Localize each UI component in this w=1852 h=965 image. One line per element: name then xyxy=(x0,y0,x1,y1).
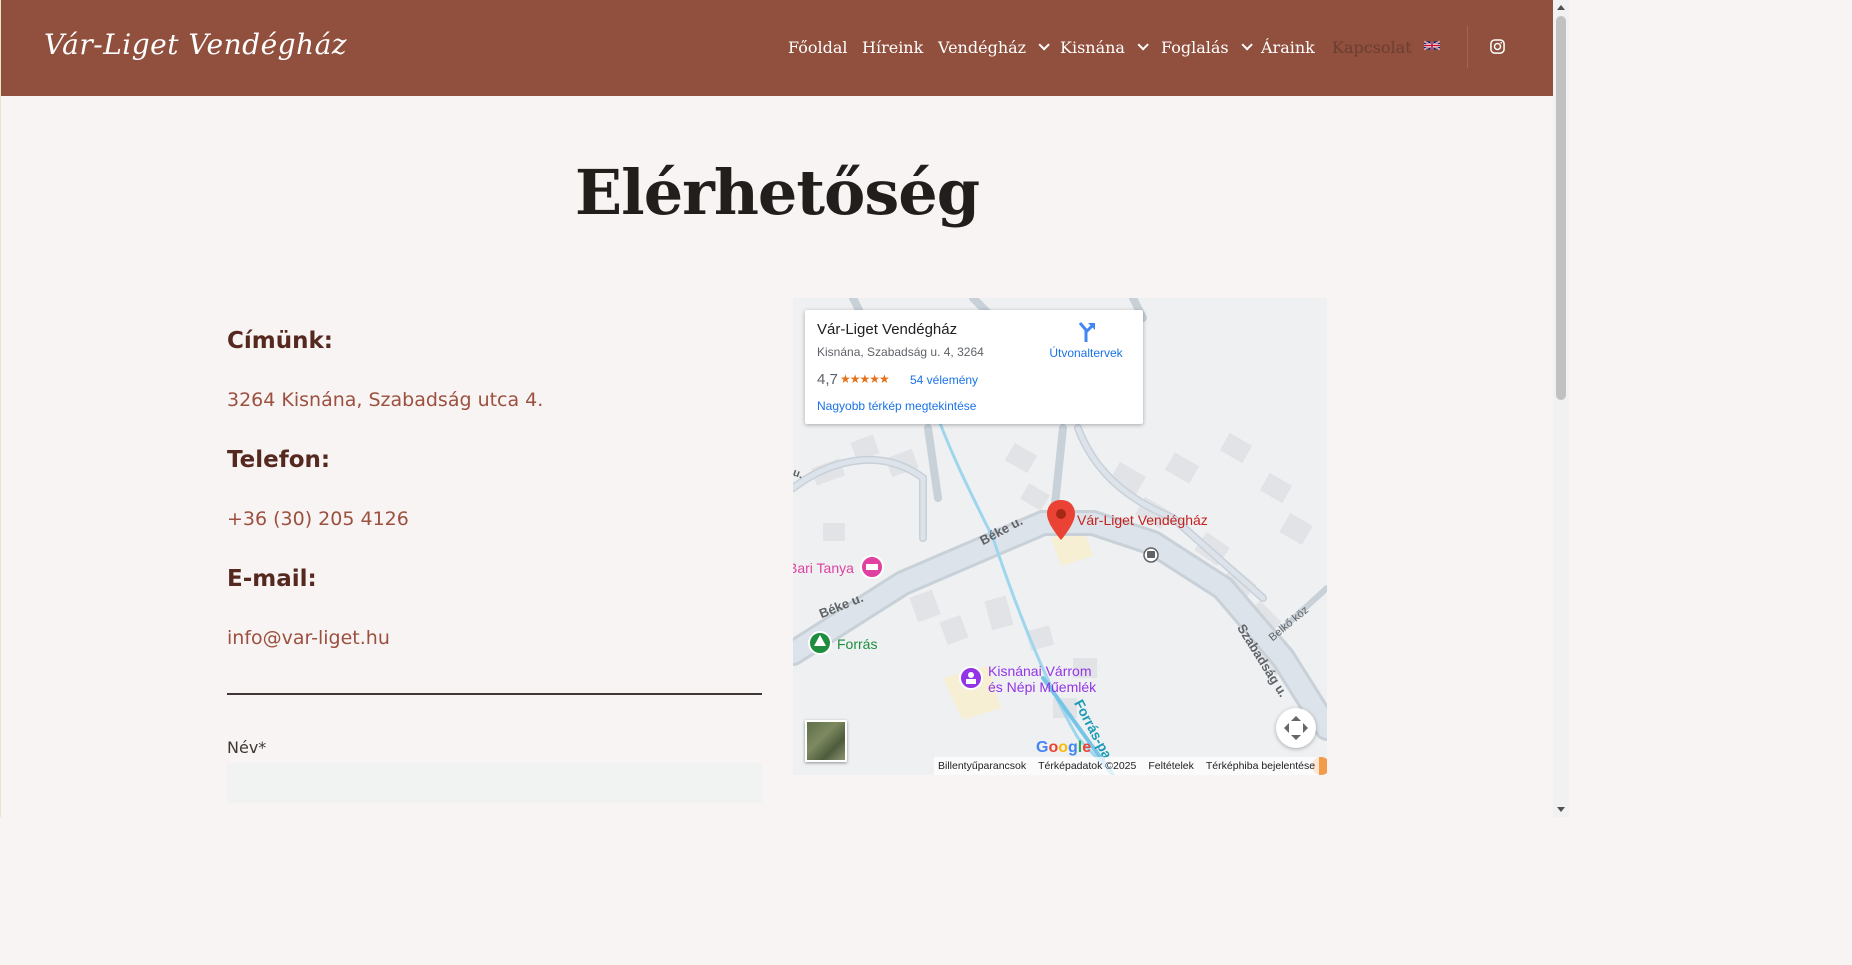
satellite-toggle-button[interactable] xyxy=(805,720,847,762)
nav-item-vendeghaz[interactable]: Vendégház xyxy=(938,36,1050,58)
nav-item-fooldal[interactable]: Főoldal xyxy=(788,36,848,58)
keyboard-shortcuts-link[interactable]: Billentyűparancsok xyxy=(938,760,1026,772)
chevron-down-icon xyxy=(1137,39,1149,51)
chevron-down-icon xyxy=(1241,39,1253,51)
map-label-forras[interactable]: Forrás xyxy=(837,636,877,652)
address-heading: Címünk: xyxy=(227,328,333,354)
directions-icon xyxy=(1078,322,1095,342)
fullscreen-button[interactable] xyxy=(1276,708,1316,748)
map-label-tanya[interactable]: Bari Tanya xyxy=(793,560,854,576)
google-logo: Google xyxy=(1036,739,1092,756)
map-data-text: Térképadatok ©2025 xyxy=(1038,760,1137,772)
page-title: Elérhetőség xyxy=(574,156,980,229)
terms-link[interactable]: Feltételek xyxy=(1148,760,1194,772)
instagram-icon[interactable] xyxy=(1490,39,1505,54)
nav-label: Foglalás xyxy=(1161,37,1229,57)
nav-item-foglalas[interactable]: Foglalás xyxy=(1161,36,1253,58)
chevron-down-icon xyxy=(1038,39,1050,51)
map-attribution: Billentyűparancsok Térképadatok ©2025 Fe… xyxy=(934,757,1320,775)
star-rating-icon: ★★★★★ xyxy=(840,372,890,386)
phone-value[interactable]: +36 (30) 205 4126 xyxy=(227,508,409,530)
card-rating: 4,7 xyxy=(817,371,838,388)
uk-flag-icon[interactable] xyxy=(1424,40,1440,51)
directions-button[interactable]: Útvonaltervek xyxy=(1041,320,1131,360)
card-title: Vár-Liget Vendégház xyxy=(817,321,958,338)
directions-label: Útvonaltervek xyxy=(1049,346,1123,360)
map-marker-icon[interactable] xyxy=(1046,500,1076,540)
nav-item-kisnana[interactable]: Kisnána xyxy=(1060,36,1149,58)
phone-heading: Telefon: xyxy=(227,447,331,473)
map-label-varrom[interactable]: Kisnánai Várrom és Népi Műemlék xyxy=(988,663,1096,695)
map-label-varrom-line1: Kisnánai Várrom xyxy=(988,663,1092,679)
google-map[interactable]: Béke u. Béke u. Szabadság u. Belkő köz u… xyxy=(793,298,1327,775)
email-value[interactable]: info@var-liget.hu xyxy=(227,627,390,649)
card-address: Kisnána, Szabadság u. 4, 3264 xyxy=(817,345,984,359)
name-field[interactable] xyxy=(227,763,762,803)
address-value: 3264 Kisnána, Szabadság utca 4. xyxy=(227,389,544,411)
nav-label: Vendégház xyxy=(938,37,1027,57)
nav-label: Főoldal xyxy=(788,37,848,57)
nav-label: Híreink xyxy=(862,37,924,57)
nav-label: Kapcsolat xyxy=(1332,37,1412,57)
nav-label: Kisnána xyxy=(1060,37,1125,57)
nav-item-araink[interactable]: Áraink xyxy=(1261,36,1315,58)
section-divider xyxy=(227,693,762,695)
scroll-down-arrow-icon[interactable] xyxy=(1557,807,1565,812)
nav-item-kapcsolat[interactable]: Kapcsolat xyxy=(1332,36,1412,58)
map-label-marker[interactable]: Vár-Liget Vendégház xyxy=(1077,512,1208,528)
map-label-varrom-line2: és Népi Műemlék xyxy=(988,679,1097,695)
card-reviews-link[interactable]: 54 vélemény xyxy=(910,373,978,387)
main-nav: Főoldal Híreink Vendégház Kisnána Foglal… xyxy=(1,36,1553,60)
fullscreen-icon xyxy=(1284,716,1308,740)
email-heading: E-mail: xyxy=(227,566,317,592)
nav-label: Áraink xyxy=(1261,37,1315,57)
name-field-label: Név* xyxy=(227,738,267,757)
map-info-card: Vár-Liget Vendégház Kisnána, Szabadság u… xyxy=(805,310,1143,424)
site-header: Vár-Liget Vendégház Főoldal Híreink Vend… xyxy=(1,0,1553,96)
page-scrollbar[interactable] xyxy=(1553,0,1569,817)
scroll-thumb[interactable] xyxy=(1556,16,1566,400)
nav-item-hireink[interactable]: Híreink xyxy=(862,36,923,58)
report-error-link[interactable]: Térképhiba bejelentése xyxy=(1206,760,1315,772)
nav-divider xyxy=(1467,26,1468,68)
scroll-up-arrow-icon[interactable] xyxy=(1557,5,1565,10)
bigger-map-link[interactable]: Nagyobb térkép megtekintése xyxy=(817,399,976,413)
